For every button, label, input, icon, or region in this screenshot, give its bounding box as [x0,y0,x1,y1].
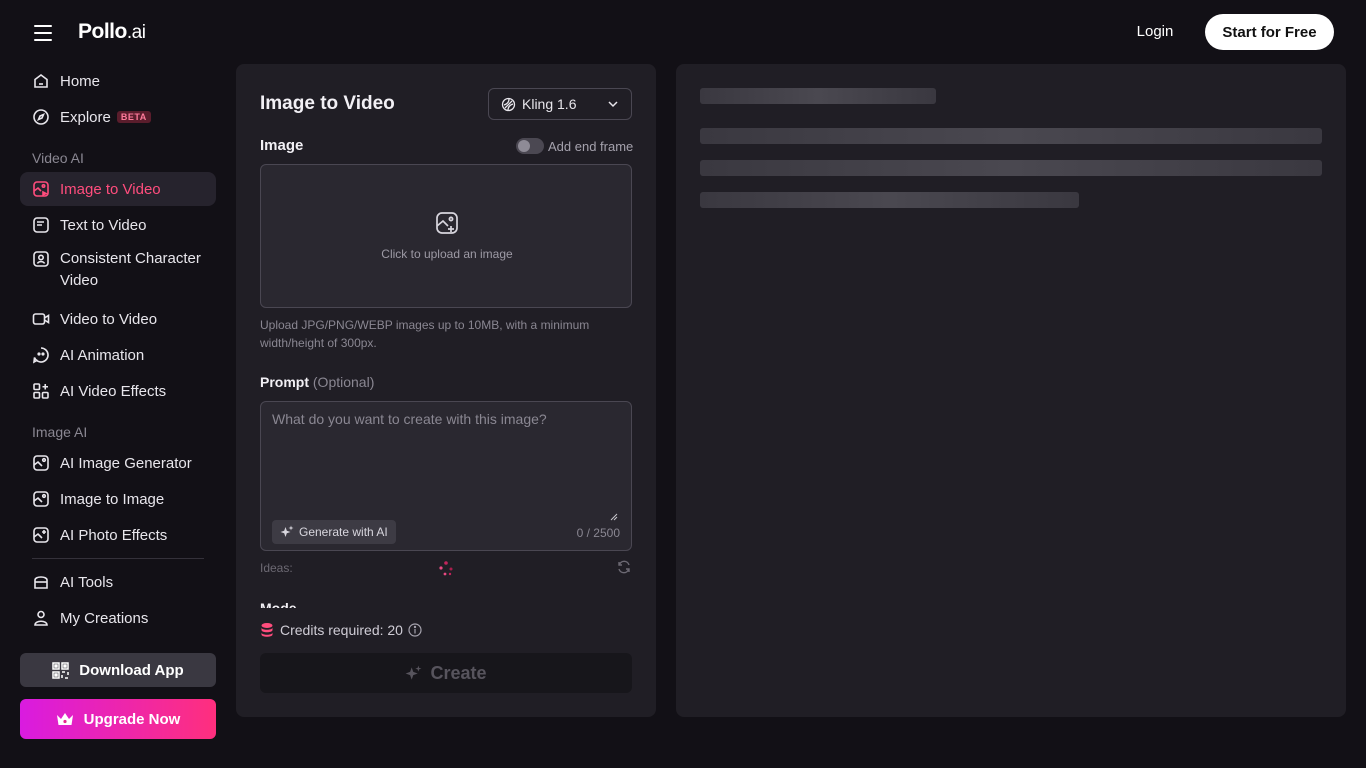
sidebar-item-label: AI Video Effects [60,382,167,400]
end-frame-label: Add end frame [548,138,634,154]
sidebar-item-label: Video to Video [60,310,158,328]
end-frame-toggle-group: Add end frame [516,138,633,154]
image-upload-area[interactable]: Click to upload an image [260,164,632,308]
sidebar-item-my-creations[interactable]: My Creations [20,605,216,631]
sidebar-item-consistent-character-video[interactable]: Consistent Character Video [20,248,216,292]
generate-with-ai-button[interactable]: Generate with AI [272,520,396,544]
sidebar-item-text-to-video[interactable]: Text to Video [20,212,216,238]
user-icon [32,609,50,627]
image-generator-icon [32,454,50,472]
sidebar-item-label: Home [60,72,101,90]
skeleton-line [700,128,1322,144]
crown-icon [56,711,74,727]
download-app-label: Download App [79,661,184,679]
sidebar-item-label: My Creations [60,609,149,627]
sidebar-item-video-to-video[interactable]: Video to Video [20,306,216,332]
model-select[interactable]: Kling 1.6 [488,88,632,120]
sidebar-item-ai-tools[interactable]: AI Tools [20,569,216,595]
mode-label: Mode [260,600,297,608]
upload-hint: Upload JPG/PNG/WEBP images up to 10MB, w… [260,318,590,350]
credits-label: Credits required: 20 [280,622,403,638]
create-label: Create [430,662,487,683]
sidebar-item-label: Image to Video [60,180,161,198]
prompt-box: Generate with AI 0 / 2500 [260,401,632,551]
sidebar-item-image-to-image[interactable]: Image to Image [20,486,216,512]
ideas-label: Ideas: [260,561,293,575]
sidebar-item-label: Image to Image [60,490,165,508]
image-to-video-panel: Image to Video Kling 1.6 Image Add end f… [236,64,656,717]
chevron-down-icon [607,98,619,110]
sidebar-item-ai-image-generator[interactable]: AI Image Generator [20,450,216,476]
refresh-icon[interactable] [617,560,631,579]
sidebar-item-label: AI Image Generator [60,454,192,472]
image-upload-icon [435,211,459,240]
upgrade-now-label: Upgrade Now [83,710,181,728]
sidebar-item-label: Consistent Character Video [60,250,201,289]
generate-with-ai-label: Generate with AI [299,525,388,539]
credits-coin-icon [260,622,274,638]
video-camera-icon [32,310,50,328]
sidebar-item-home[interactable]: Home [20,68,216,94]
beta-badge: BETA [116,111,151,123]
sidebar-item-ai-animation[interactable]: AI Animation [20,342,216,368]
sidebar-item-explore[interactable]: Explore BETA [20,104,216,130]
model-select-value: Kling 1.6 [522,96,577,112]
preview-panel [676,64,1346,717]
info-icon[interactable] [408,623,422,637]
character-counter: 0 / 2500 [576,526,620,540]
sidebar-item-label: AI Animation [60,346,145,364]
text-video-icon [32,216,50,234]
credits-required: Credits required: 20 [260,622,422,638]
resize-handle-icon[interactable] [610,508,618,526]
skeleton-line [700,88,936,104]
qr-code-icon [52,661,70,679]
kling-model-icon [501,97,516,112]
image-video-icon [32,180,50,198]
character-video-icon [32,250,50,268]
image-field-label: Image [260,137,304,154]
toolbox-icon [32,573,50,591]
login-link[interactable]: Login [1122,23,1188,40]
prompt-textarea[interactable] [272,409,617,509]
panel-title: Image to Video [260,93,395,114]
prompt-field-label: Prompt (Optional) [260,374,375,390]
loading-spinner-icon [437,560,455,583]
sidebar-item-label: Text to Video [60,216,147,234]
start-for-free-button[interactable]: Start for Free [1205,14,1334,50]
skeleton-line [700,160,1322,176]
top-header: Pollo.ai Login Start for Free [0,0,1366,64]
create-button[interactable]: Create [260,653,632,693]
image-icon [32,490,50,508]
sidebar-item-image-to-video[interactable]: Image to Video [20,172,216,206]
effects-grid-icon [32,382,50,400]
sidebar-item-label: Explore [60,108,111,126]
sidebar-item-label: AI Tools [60,573,114,591]
skeleton-line [700,192,1079,208]
download-app-button[interactable]: Download App [20,653,216,687]
sidebar-item-ai-photo-effects[interactable]: AI Photo Effects [20,522,216,548]
sidebar-item-ai-video-effects[interactable]: AI Video Effects [20,378,216,404]
upload-instruction: Click to upload an image [381,247,513,261]
animation-icon [32,346,50,364]
logo[interactable]: Pollo.ai [78,20,146,44]
sparkle-icon [280,525,294,539]
compass-icon [32,108,50,126]
end-frame-toggle[interactable] [516,138,544,154]
hamburger-menu-icon[interactable] [32,22,54,42]
upgrade-now-button[interactable]: Upgrade Now [20,699,216,739]
sidebar-item-label: AI Photo Effects [60,526,168,544]
sidebar-divider [32,558,204,559]
video-ai-section-label: Video AI [32,150,84,166]
sparkle-icon [405,665,422,682]
photo-effects-icon [32,526,50,544]
home-icon [32,72,50,90]
image-ai-section-label: Image AI [32,424,88,440]
